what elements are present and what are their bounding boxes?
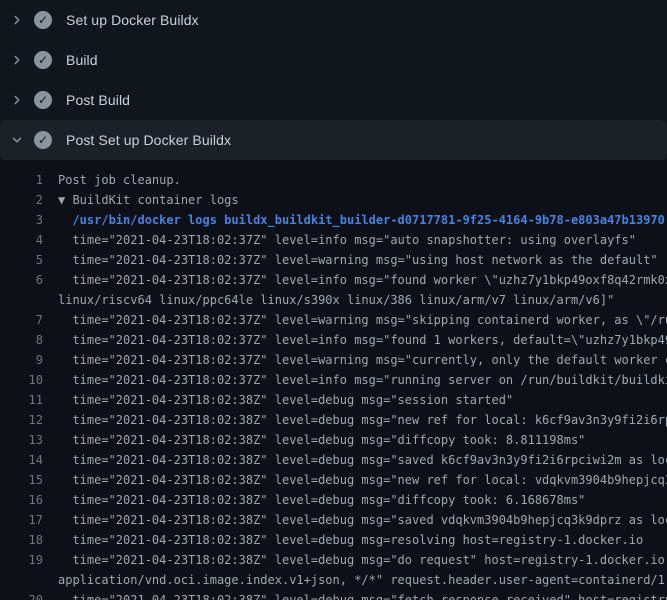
log-line: 4 time="2021-04-23T18:02:37Z" level=info… <box>0 230 667 250</box>
step-row-4[interactable]: ✓ Post Set up Docker Buildx <box>0 120 667 160</box>
workflow-log-viewer: ✓ Set up Docker Buildx ✓ Build ✓ Post Bu… <box>0 0 667 600</box>
log-line: 10 time="2021-04-23T18:02:37Z" level=inf… <box>0 370 667 390</box>
line-text: time="2021-04-23T18:02:37Z" level=warnin… <box>58 250 667 270</box>
log-line: linux/riscv64 linux/ppc64le linux/s390x … <box>0 290 667 310</box>
log-line: 5 time="2021-04-23T18:02:37Z" level=warn… <box>0 250 667 270</box>
step-row-1[interactable]: ✓ Set up Docker Buildx <box>0 0 667 40</box>
log-panel: 1 Post job cleanup. 2 ▼ BuildKit contain… <box>0 160 667 600</box>
line-text: application/vnd.oci.image.index.v1+json,… <box>58 570 667 590</box>
line-number[interactable]: 17 <box>0 510 43 530</box>
line-number[interactable]: 2 <box>0 190 43 210</box>
line-number[interactable]: 14 <box>0 450 43 470</box>
line-number[interactable]: 4 <box>0 230 43 250</box>
line-text: ▼ BuildKit container logs <box>58 190 667 210</box>
line-number[interactable]: 8 <box>0 330 43 350</box>
step-label: Set up Docker Buildx <box>66 12 199 28</box>
log-line: 7 time="2021-04-23T18:02:37Z" level=warn… <box>0 310 667 330</box>
line-number[interactable] <box>0 570 43 590</box>
log-line: 11 time="2021-04-23T18:02:38Z" level=deb… <box>0 390 667 410</box>
line-text: time="2021-04-23T18:02:38Z" level=debug … <box>58 590 667 600</box>
step-row-2[interactable]: ✓ Build <box>0 40 667 80</box>
log-line: 19 time="2021-04-23T18:02:38Z" level=deb… <box>0 550 667 570</box>
line-text: time="2021-04-23T18:02:37Z" level=info m… <box>58 270 667 290</box>
log-line: 18 time="2021-04-23T18:02:38Z" level=deb… <box>0 530 667 550</box>
step-label: Post Set up Docker Buildx <box>66 132 231 148</box>
log-line: application/vnd.oci.image.index.v1+json,… <box>0 570 667 590</box>
log-line: 16 time="2021-04-23T18:02:38Z" level=deb… <box>0 490 667 510</box>
line-text: linux/riscv64 linux/ppc64le linux/s390x … <box>58 290 667 310</box>
chevron-down-icon[interactable] <box>10 133 24 147</box>
line-number[interactable]: 20 <box>0 590 43 600</box>
line-text: time="2021-04-23T18:02:38Z" level=debug … <box>58 410 667 430</box>
check-circle-icon: ✓ <box>34 91 52 109</box>
log-line: 12 time="2021-04-23T18:02:38Z" level=deb… <box>0 410 667 430</box>
line-number[interactable]: 10 <box>0 370 43 390</box>
chevron-right-icon[interactable] <box>10 93 24 107</box>
line-text: time="2021-04-23T18:02:38Z" level=debug … <box>58 390 667 410</box>
check-circle-icon: ✓ <box>34 11 52 29</box>
line-number[interactable]: 5 <box>0 250 43 270</box>
line-text: /usr/bin/docker logs buildx_buildkit_bui… <box>58 210 667 230</box>
line-number[interactable]: 1 <box>0 170 43 190</box>
line-number[interactable]: 18 <box>0 530 43 550</box>
steps-list: ✓ Set up Docker Buildx ✓ Build ✓ Post Bu… <box>0 0 667 160</box>
log-line: 14 time="2021-04-23T18:02:38Z" level=deb… <box>0 450 667 470</box>
line-text: time="2021-04-23T18:02:38Z" level=debug … <box>58 510 667 530</box>
line-text: time="2021-04-23T18:02:37Z" level=info m… <box>58 370 667 390</box>
chevron-right-icon[interactable] <box>10 53 24 67</box>
line-text: time="2021-04-23T18:02:38Z" level=debug … <box>58 550 667 570</box>
log-line: 6 time="2021-04-23T18:02:37Z" level=info… <box>0 270 667 290</box>
log-line: 13 time="2021-04-23T18:02:38Z" level=deb… <box>0 430 667 450</box>
log-line: 3 /usr/bin/docker logs buildx_buildkit_b… <box>0 210 667 230</box>
line-text: time="2021-04-23T18:02:37Z" level=info m… <box>58 330 667 350</box>
line-number[interactable]: 3 <box>0 210 43 230</box>
line-text: time="2021-04-23T18:02:38Z" level=debug … <box>58 450 667 470</box>
line-text: Post job cleanup. <box>58 170 667 190</box>
line-text: time="2021-04-23T18:02:38Z" level=debug … <box>58 470 667 490</box>
line-number[interactable]: 6 <box>0 270 43 290</box>
line-number[interactable]: 12 <box>0 410 43 430</box>
line-text: time="2021-04-23T18:02:38Z" level=debug … <box>58 530 667 550</box>
log-line: 9 time="2021-04-23T18:02:37Z" level=warn… <box>0 350 667 370</box>
line-number[interactable] <box>0 290 43 310</box>
line-text: time="2021-04-23T18:02:37Z" level=warnin… <box>58 350 667 370</box>
line-number[interactable]: 19 <box>0 550 43 570</box>
step-row-3[interactable]: ✓ Post Build <box>0 80 667 120</box>
check-circle-icon: ✓ <box>34 51 52 69</box>
log-line: 2 ▼ BuildKit container logs <box>0 190 667 210</box>
log-line: 8 time="2021-04-23T18:02:37Z" level=info… <box>0 330 667 350</box>
step-label: Build <box>66 52 98 68</box>
chevron-right-icon[interactable] <box>10 13 24 27</box>
log-line: 1 Post job cleanup. <box>0 170 667 190</box>
line-number[interactable]: 9 <box>0 350 43 370</box>
line-text: time="2021-04-23T18:02:38Z" level=debug … <box>58 430 667 450</box>
step-label: Post Build <box>66 92 130 108</box>
line-text: time="2021-04-23T18:02:37Z" level=info m… <box>58 230 667 250</box>
line-text: time="2021-04-23T18:02:38Z" level=debug … <box>58 490 667 510</box>
line-number[interactable]: 7 <box>0 310 43 330</box>
line-text: time="2021-04-23T18:02:37Z" level=warnin… <box>58 310 667 330</box>
line-number[interactable]: 11 <box>0 390 43 410</box>
log-line: 15 time="2021-04-23T18:02:38Z" level=deb… <box>0 470 667 490</box>
check-circle-icon: ✓ <box>34 131 52 149</box>
line-number[interactable]: 16 <box>0 490 43 510</box>
line-number[interactable]: 15 <box>0 470 43 490</box>
log-line: 20 time="2021-04-23T18:02:38Z" level=deb… <box>0 590 667 600</box>
line-number[interactable]: 13 <box>0 430 43 450</box>
log-line: 17 time="2021-04-23T18:02:38Z" level=deb… <box>0 510 667 530</box>
